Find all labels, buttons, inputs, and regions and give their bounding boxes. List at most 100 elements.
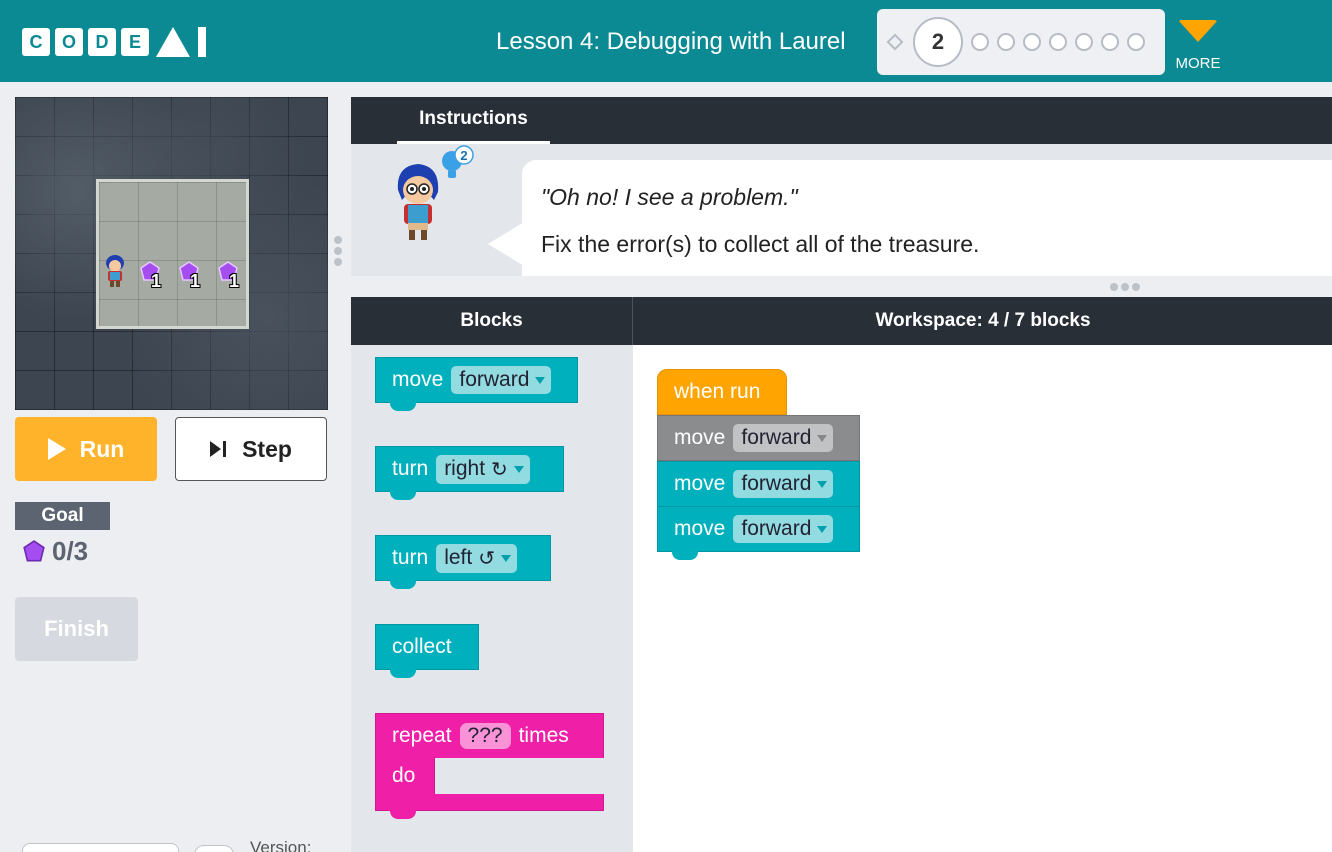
repeat-footer	[375, 794, 604, 819]
dropdown-value: forward	[459, 368, 530, 391]
instruction-quote: "Oh no! I see a problem."	[541, 184, 798, 210]
when-run-block[interactable]: when run	[657, 369, 787, 415]
caret-down-icon	[500, 554, 511, 562]
direction-dropdown[interactable]: forward	[733, 515, 834, 543]
direction-dropdown[interactable]: forward	[451, 366, 552, 394]
code-ai-logo[interactable]: C O D E	[22, 27, 206, 57]
level-bubble[interactable]	[971, 33, 989, 51]
workspace-move-block-highlighted[interactable]: move forward	[657, 415, 860, 461]
goal-label: Goal	[15, 502, 110, 530]
logo-bar	[198, 27, 206, 57]
lightbulb-icon: 2	[442, 145, 474, 178]
toolbox-turn-right-block[interactable]: turn right ↻	[375, 446, 564, 500]
goal-count: 0/3	[52, 536, 89, 566]
gem-icon	[23, 539, 45, 562]
instruction-text: Fix the error(s) to collect all of the t…	[541, 231, 980, 257]
direction-dropdown[interactable]: left ↺	[436, 543, 517, 573]
settings-toggle[interactable]	[194, 845, 234, 852]
logo-triangle	[156, 27, 190, 57]
level-bubble[interactable]	[1023, 33, 1041, 51]
repeat-body-label: do	[375, 757, 435, 794]
step-label: Step	[242, 435, 292, 462]
block-verb: move	[674, 472, 726, 495]
repeat-count-field[interactable]: ???	[459, 723, 511, 749]
toolbox-repeat-block[interactable]: repeat ??? times do	[375, 713, 604, 819]
step-button[interactable]: Step	[175, 417, 327, 481]
caret-down-icon	[513, 465, 524, 473]
current-level-bubble[interactable]: 2	[913, 17, 963, 67]
repeat-suffix: times	[518, 724, 569, 747]
caret-down-icon	[817, 525, 828, 533]
gem-count: 1	[229, 271, 240, 291]
dropdown-value: left	[444, 546, 473, 569]
block-verb: move	[674, 517, 726, 540]
toolbox-collect-block[interactable]: collect	[375, 624, 479, 678]
do-label: do	[392, 763, 416, 787]
treasure-gem: 1	[217, 261, 247, 291]
gem-count: 1	[151, 271, 162, 291]
run-label: Run	[79, 435, 125, 462]
more-label: MORE	[1175, 55, 1221, 72]
version-label: Version:	[250, 838, 312, 852]
toolbox-turn-left-block[interactable]: turn left ↺	[375, 535, 551, 589]
goal-progress: 0/3	[22, 536, 88, 567]
dropdown-value: forward	[741, 426, 812, 449]
level-bubble[interactable]	[1101, 33, 1119, 51]
logo-letter-e: E	[121, 28, 149, 56]
block-verb: turn	[392, 457, 429, 480]
level-bubble[interactable]	[1127, 33, 1145, 51]
tab-instructions[interactable]: Instructions	[397, 97, 550, 144]
direction-dropdown[interactable]: forward	[733, 424, 834, 452]
block-verb: turn	[392, 546, 429, 569]
gem-count: 1	[190, 271, 201, 291]
play-icon	[47, 438, 66, 460]
language-select[interactable]	[22, 843, 179, 852]
block-verb: move	[674, 426, 726, 449]
direction-dropdown[interactable]: right ↻	[436, 454, 530, 484]
toolbox-move-forward-block[interactable]: move forward	[375, 357, 578, 411]
block-verb: collect	[392, 635, 452, 658]
rotate-left-icon: ↺	[478, 547, 495, 570]
dropdown-value: right	[444, 457, 486, 480]
block-verb: move	[392, 368, 444, 391]
logo-letter-o: O	[55, 28, 83, 56]
more-menu-button[interactable]: MORE	[1173, 20, 1223, 72]
treasure-gem: 1	[139, 261, 169, 291]
dropdown-value: forward	[741, 472, 812, 495]
caret-down-icon	[817, 480, 828, 488]
finish-button[interactable]: Finish	[15, 597, 138, 661]
rotate-right-icon: ↻	[491, 458, 508, 481]
workspace-move-block[interactable]: move forward	[657, 461, 860, 507]
direction-dropdown[interactable]: forward	[733, 470, 834, 498]
block-verb: repeat	[392, 724, 452, 747]
caret-down-icon	[535, 376, 546, 384]
hint-button[interactable]: 2	[438, 145, 474, 183]
maze-visualization: 1 1 1	[15, 97, 328, 410]
lesson-start-icon[interactable]	[886, 33, 904, 51]
speech-bubble	[522, 160, 1332, 276]
level-bubble[interactable]	[997, 33, 1015, 51]
speech-bubble-tail	[488, 222, 524, 266]
lesson-title: Lesson 4: Debugging with Laurel	[496, 28, 846, 55]
blocks-header: Blocks	[351, 297, 633, 345]
level-progress: 2	[877, 9, 1165, 75]
workspace-move-block[interactable]: move forward	[657, 506, 860, 560]
block-label: when run	[674, 380, 761, 403]
level-bubble[interactable]	[1049, 33, 1067, 51]
top-bar: C O D E Lesson 4: Debugging with Laurel …	[0, 0, 1332, 82]
logo-letter-c: C	[22, 28, 50, 56]
hint-count: 2	[460, 148, 467, 163]
treasure-gem: 1	[178, 261, 208, 291]
vertical-resize-handle[interactable]	[334, 236, 342, 266]
run-button[interactable]: Run	[15, 417, 157, 481]
laurel-character-icon	[106, 255, 124, 287]
workspace-header: Workspace: 4 / 7 blocks	[875, 310, 1091, 331]
repeat-header: repeat ??? times	[375, 713, 604, 758]
dropdown-value: forward	[741, 517, 812, 540]
logo-letter-d: D	[88, 28, 116, 56]
caret-down-icon	[817, 434, 828, 442]
chevron-down-icon	[1178, 20, 1218, 42]
level-bubble[interactable]	[1075, 33, 1093, 51]
step-icon	[210, 441, 227, 457]
horizontal-resize-handle[interactable]	[1110, 283, 1140, 291]
